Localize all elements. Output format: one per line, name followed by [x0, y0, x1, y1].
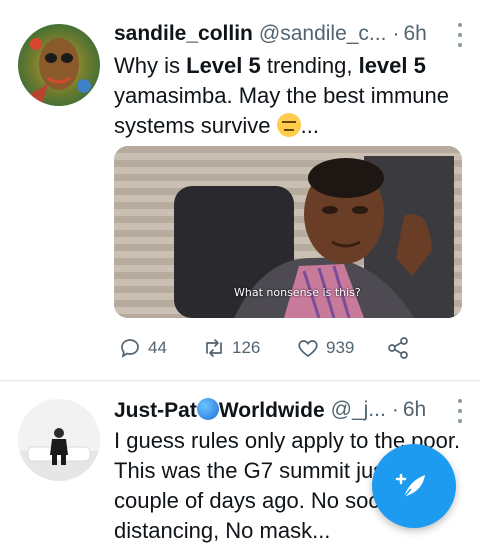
like-icon: [298, 340, 318, 358]
avatar-sandile-collin[interactable]: [18, 24, 100, 106]
display-name-prefix: Just-Pat: [114, 398, 197, 422]
expressionless-face-emoji: [276, 113, 301, 137]
more-icon[interactable]: [450, 399, 470, 423]
share-icon: [388, 337, 408, 359]
share-button[interactable]: [386, 336, 410, 360]
retweet-count: 126: [232, 338, 261, 357]
tweet-text-bold: Level 5: [186, 53, 261, 78]
reply-button[interactable]: 44: [118, 336, 167, 360]
compose-tweet-icon: [395, 473, 425, 498]
display-name[interactable]: Just-Pat Worldwide: [114, 397, 325, 423]
tweet-header: Just-Pat Worldwide @_j... · 6h: [114, 393, 469, 427]
reply-count: 44: [148, 338, 167, 357]
display-name-suffix: Worldwide: [218, 398, 325, 422]
user-handle[interactable]: @sandile_c...: [259, 22, 387, 46]
retweet-icon: [206, 339, 222, 357]
tweet-text: Why is Level 5 trending, level 5 yamasim…: [114, 51, 459, 141]
display-name[interactable]: sandile_collin: [114, 22, 253, 46]
reply-icon: [121, 339, 139, 358]
tweet-text-bold: level 5: [358, 53, 426, 78]
tweet-1[interactable]: sandile_collin @sandile_c... · 6h Why is…: [0, 0, 480, 380]
tweet-header: sandile_collin @sandile_c... · 6h: [114, 17, 469, 51]
user-handle[interactable]: @_j...: [331, 398, 386, 422]
like-button[interactable]: 939: [296, 336, 354, 360]
like-count: 939: [326, 338, 355, 357]
separator-dot: ·: [391, 398, 399, 421]
separator-dot: ·: [392, 22, 400, 45]
retweet-button[interactable]: 126: [202, 336, 260, 360]
timestamp[interactable]: 6h: [403, 22, 426, 46]
timestamp[interactable]: 6h: [403, 398, 426, 422]
tweet-text-part: ...: [300, 113, 319, 138]
compose-tweet-button[interactable]: [372, 444, 456, 528]
tweet-actions: 44 126 939: [114, 336, 444, 364]
more-icon[interactable]: [450, 23, 470, 47]
tweet-text-part: trending,: [260, 53, 359, 78]
media-caption: What nonsense is this?: [234, 286, 361, 299]
tweet-media-image[interactable]: What nonsense is this?: [114, 146, 462, 318]
avatar-just-pat[interactable]: [18, 399, 100, 481]
globe-emoji: [196, 397, 219, 420]
tweet-text-part: Why is: [114, 53, 187, 78]
